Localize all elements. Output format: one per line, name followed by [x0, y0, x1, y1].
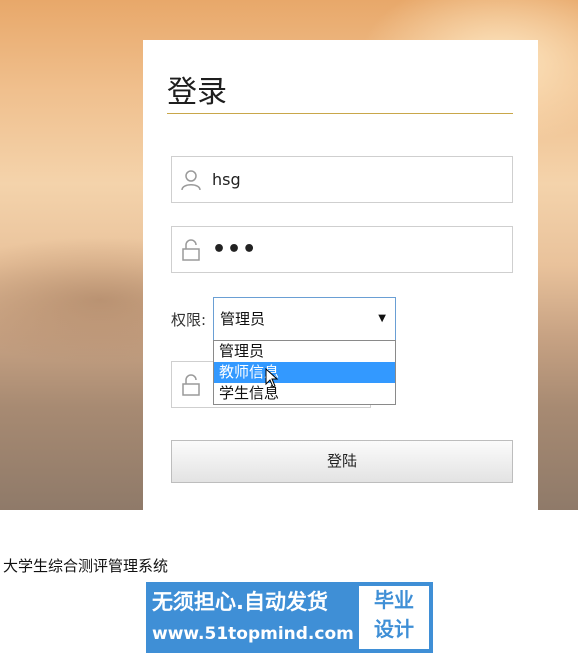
- unlock-icon: [182, 239, 200, 261]
- mouse-cursor-icon: [265, 368, 279, 388]
- user-icon: [181, 170, 201, 191]
- role-option-teacher[interactable]: 教师信息: [214, 362, 395, 383]
- username-field[interactable]: hsg: [171, 156, 513, 203]
- role-option-admin[interactable]: 管理员: [214, 341, 395, 362]
- watermark-url: www.51topmind.com: [152, 624, 354, 644]
- caret-down-icon: ▼: [378, 313, 386, 324]
- watermark-badge-top: 毕业: [374, 588, 414, 612]
- login-card: 登录 hsg ••• 权限: 管理员 ▼ 管理员 教师信息 学生信息 登陆: [143, 40, 538, 510]
- watermark-banner: 无须担心.自动发货 www.51topmind.com 毕业 设计: [146, 582, 433, 653]
- watermark-left: 无须担心.自动发货 www.51topmind.com: [146, 582, 358, 653]
- role-select-value: 管理员: [220, 310, 266, 328]
- role-option-student[interactable]: 学生信息: [214, 383, 395, 404]
- role-label: 权限:: [171, 311, 207, 329]
- username-value: hsg: [212, 170, 241, 189]
- unlock-icon: [182, 374, 200, 396]
- password-value: •••: [212, 237, 258, 262]
- watermark-badge-bottom: 设计: [374, 617, 414, 641]
- login-button[interactable]: 登陆: [171, 440, 513, 483]
- password-field[interactable]: •••: [171, 226, 513, 273]
- watermark-badge: 毕业 设计: [359, 586, 429, 649]
- login-title: 登录: [167, 73, 513, 114]
- system-name: 大学生综合测评管理系统: [3, 557, 169, 575]
- role-select[interactable]: 管理员 ▼: [213, 297, 396, 341]
- role-dropdown-list: 管理员 教师信息 学生信息: [213, 340, 396, 405]
- watermark-slogan: 无须担心.自动发货: [152, 590, 328, 614]
